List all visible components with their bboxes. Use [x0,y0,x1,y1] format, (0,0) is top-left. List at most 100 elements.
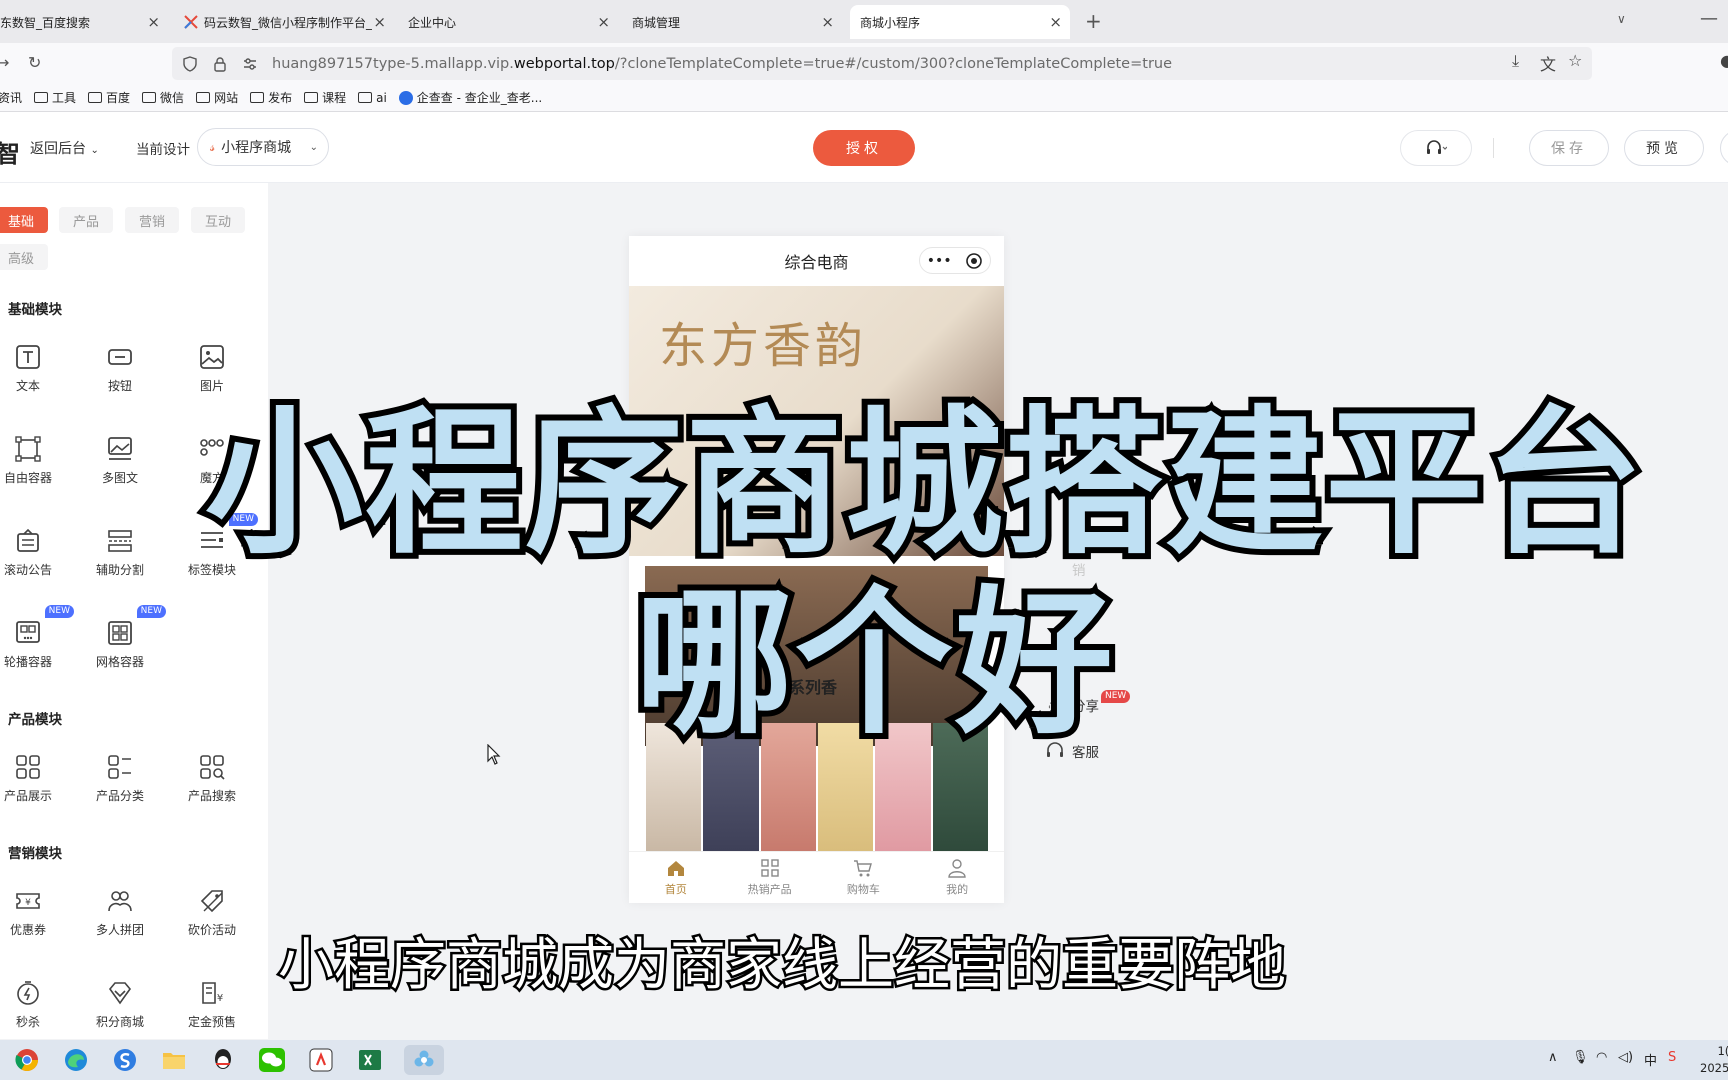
tool-faded-2[interactable]: 复 [1044,604,1086,626]
authorize-button[interactable]: 授权 [813,130,915,166]
bookmark-folder[interactable]: 网站 [196,89,238,106]
tool-faded-1[interactable]: 销 [1044,558,1086,580]
edge-app[interactable] [61,1045,91,1075]
module-group-buy[interactable]: 多人拼团 [80,887,160,938]
wechat-icon [259,1048,285,1072]
module-product-search[interactable]: 产品搜索 [172,753,252,804]
excel-app[interactable] [355,1045,385,1075]
new-tab-icon[interactable]: + [1085,9,1102,33]
module-bargain[interactable]: 砍价活动 [172,887,252,938]
tray-expand-icon[interactable]: ∧ [1548,1050,1558,1065]
category-photos[interactable] [645,566,988,746]
bookmark-folder[interactable]: 微信 [142,89,184,106]
module-tag[interactable]: NEW 标签模块 [172,513,258,578]
sogou-ime-icon[interactable]: S [1668,1050,1676,1065]
module-points-mall[interactable]: 积分商城 [80,979,160,1030]
tool-style[interactable]: ◐ 风格 [1044,648,1099,670]
module-product-category[interactable]: 产品分类 [80,753,160,804]
chrome-app[interactable] [12,1045,42,1075]
minimize-icon[interactable]: — [1700,8,1718,29]
translate-icon[interactable]: 文 [1540,51,1556,75]
tab-product[interactable]: 产品 [59,207,113,233]
module-presale[interactable]: ¥ 定金预售 [172,979,252,1030]
module-panel: 基础 产品 营销 互动 高级 基础模块 文本 按钮 图片 自由容器 多图文 魔方… [0,183,268,1039]
multi-image-text-icon [108,437,132,460]
module-carousel[interactable]: NEW 轮播容器 [0,605,74,670]
browser-tab[interactable]: 商城管理 × [622,5,842,39]
star-icon[interactable]: ☆ [1568,51,1582,70]
extensions-icon[interactable]: ● [1720,51,1728,70]
module-scroll-notice[interactable]: 滚动公告 [0,527,68,578]
ime-indicator[interactable]: 中 [1644,1050,1657,1069]
tab-advanced[interactable]: 高级 [0,244,48,270]
phone-preview[interactable]: 综合电商 ••• 东方香韵 系列香 首页 热销产品 购物车 我的 [629,236,1004,903]
close-icon[interactable]: × [821,13,834,31]
browser-tab[interactable]: 企业中心 × [398,5,618,39]
phone-nav-cart[interactable]: 购物车 [817,852,911,903]
site-settings-icon[interactable] [242,56,258,72]
wifi-icon[interactable]: ◠ [1596,1050,1607,1065]
sogou-app[interactable] [110,1045,140,1075]
support-button[interactable] [1400,130,1472,166]
volume-icon[interactable]: ◁) [1618,1050,1633,1065]
module-product-display[interactable]: 产品展示 [0,753,68,804]
product-strip[interactable] [645,723,989,851]
bookmark-folder[interactable]: 发布 [250,89,292,106]
browser-tab-active[interactable]: 商城小程序 × [850,5,1070,39]
close-icon[interactable]: × [597,13,610,31]
phone-nav-home[interactable]: 首页 [629,852,723,903]
product-card[interactable] [875,723,931,851]
tool-customer-service[interactable]: 客服 [1044,740,1099,762]
phone-nav-mine[interactable]: 我的 [910,852,1004,903]
close-icon[interactable]: × [1049,13,1062,31]
module-flash-sale[interactable]: 秒杀 [0,979,68,1030]
microphone-icon[interactable]: 🎙 [1572,1050,1589,1065]
browser-tab[interactable]: 东数智_百度搜索 × [0,5,168,39]
module-divider[interactable]: 辅助分割 [80,527,160,578]
module-image[interactable]: 图片 [172,343,252,394]
close-icon[interactable]: × [147,13,160,31]
product-card[interactable] [703,723,759,851]
save-button[interactable]: 保存 [1529,130,1609,166]
product-card[interactable] [646,723,702,851]
bookmark-item[interactable]: 资讯 [0,89,22,106]
shop-select[interactable]: 𝓈 小程序商城 ⌄ [197,128,329,166]
system-clock[interactable]: 1( 2025 [1700,1043,1728,1077]
bookmark-folder[interactable]: ai [358,91,387,105]
module-button[interactable]: 按钮 [80,343,160,394]
module-grid-container[interactable]: NEW 网格容器 [80,605,166,670]
chevron-down-icon[interactable]: ∨ [1617,12,1626,26]
module-multi-image-text[interactable]: 多图文 [80,435,160,486]
module-coupon[interactable]: ¥ 优惠券 [0,887,68,938]
bookmark-folder[interactable]: 百度 [88,89,130,106]
product-card[interactable] [760,723,816,851]
module-free-container[interactable]: 自由容器 [0,435,68,486]
browser-tab[interactable]: 码云数智_微信小程序制作平台_ × [174,5,394,39]
product-card[interactable] [932,723,988,851]
preview-button[interactable]: 预览 [1624,130,1704,166]
back-to-admin-button[interactable]: 返回后台 ⌄ [30,138,99,158]
tab-interaction[interactable]: 互动 [191,207,245,233]
bookmark-folder[interactable]: 工具 [34,89,76,106]
tool-share[interactable]: ◌ 分享 NEW [1044,689,1132,716]
forward-icon[interactable]: → [0,53,9,72]
tab-marketing[interactable]: 营销 [125,207,179,233]
bookmark-item[interactable]: 企查查 - 查企业_查老... [398,89,542,106]
download-icon[interactable]: ⤓ [1512,51,1519,71]
bookmark-folder[interactable]: 课程 [304,89,346,106]
banner-image[interactable]: 东方香韵 [629,286,1004,556]
url-field[interactable]: huang897157type-5.mallapp.vip.webportal.… [172,47,1592,80]
module-text[interactable]: 文本 [0,343,68,394]
publish-button[interactable] [1720,130,1728,166]
tab-basic[interactable]: 基础 [0,207,48,233]
product-card[interactable] [817,723,874,851]
close-icon[interactable]: × [373,13,386,31]
module-magic-cube[interactable]: 魔方 [172,435,252,486]
phone-nav-hot[interactable]: 热销产品 [723,852,817,903]
explorer-app[interactable] [159,1045,189,1075]
media-app[interactable] [306,1045,336,1075]
wechat-app[interactable] [257,1045,287,1075]
active-app[interactable] [404,1045,444,1075]
reload-icon[interactable]: ↻ [28,53,41,72]
qq-app[interactable] [208,1045,238,1075]
